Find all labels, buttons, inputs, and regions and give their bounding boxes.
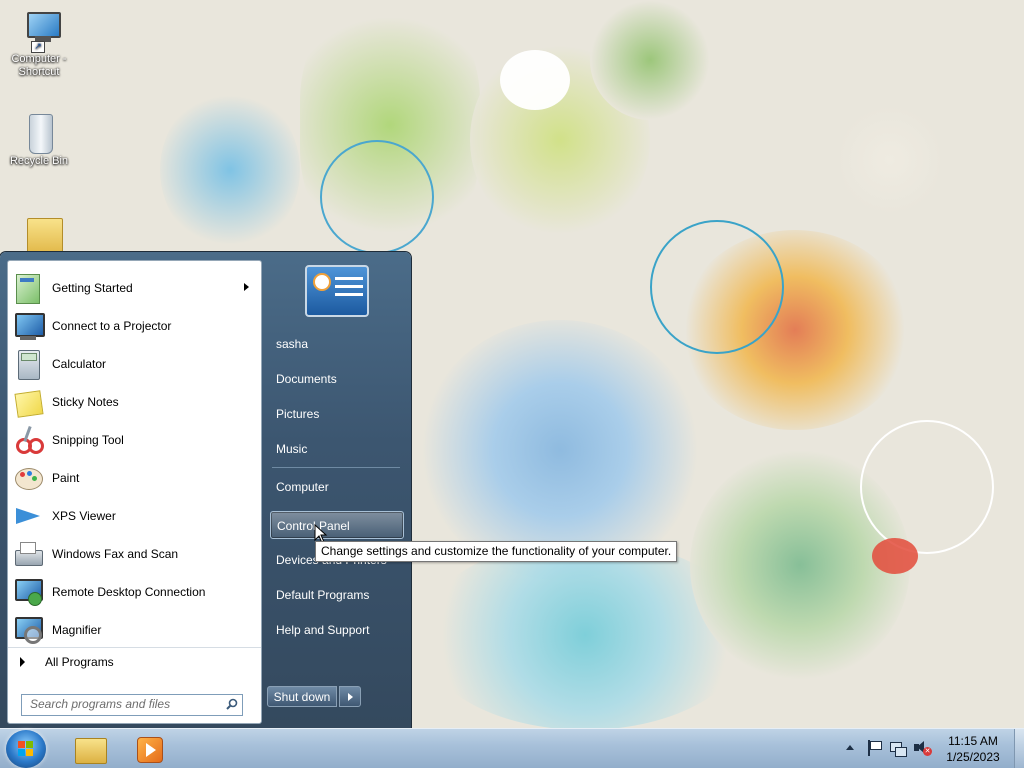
program-magnifier[interactable]: Magnifier	[8, 611, 261, 649]
all-programs-button[interactable]: All Programs	[8, 647, 261, 676]
paint-palette-icon	[12, 462, 44, 494]
recycle-bin-icon	[19, 112, 59, 154]
wallpaper-art	[872, 538, 918, 574]
wallpaper-art	[500, 50, 570, 110]
program-sticky-notes[interactable]: Sticky Notes	[8, 383, 261, 421]
program-snipping-tool[interactable]: Snipping Tool	[8, 421, 261, 459]
media-player-icon	[137, 737, 163, 763]
program-label: XPS Viewer	[52, 509, 116, 523]
wallpaper-art	[590, 0, 710, 120]
program-label: Snipping Tool	[52, 433, 124, 447]
taskbar-pinned-explorer[interactable]	[70, 732, 110, 766]
volume-muted-icon[interactable]: ✕	[914, 740, 932, 756]
program-label: Sticky Notes	[52, 395, 119, 409]
search-icon[interactable]	[226, 698, 238, 710]
program-getting-started[interactable]: Getting Started	[8, 269, 261, 307]
tray-clock[interactable]: 11:15 AM 1/25/2023	[935, 733, 1011, 765]
program-label: Paint	[52, 471, 80, 485]
shutdown-button[interactable]: Shut down	[267, 686, 337, 707]
magnifier-icon	[12, 614, 44, 646]
xps-viewer-icon	[12, 500, 44, 532]
search-box	[21, 694, 243, 716]
computer-icon: ↗	[19, 10, 61, 53]
wallpaper-art	[160, 90, 300, 250]
wallpaper-art	[860, 420, 994, 554]
scissors-icon	[12, 424, 44, 456]
right-item-control-panel[interactable]: Control Panel	[270, 511, 404, 539]
projector-icon	[12, 310, 45, 342]
program-connect-projector[interactable]: Connect to a Projector	[8, 307, 261, 345]
taskbar: ✕ 11:15 AM 1/25/2023	[0, 728, 1024, 768]
tooltip: Change settings and customize the functi…	[315, 541, 678, 562]
program-label: Magnifier	[52, 623, 102, 637]
separator	[272, 467, 400, 468]
user-picture[interactable]	[305, 265, 369, 317]
all-programs-arrow-icon	[20, 657, 25, 667]
right-item-documents[interactable]: Documents	[270, 365, 404, 393]
network-icon[interactable]	[890, 740, 907, 757]
wallpaper-art	[840, 100, 940, 220]
show-hidden-icons-button[interactable]	[845, 743, 855, 753]
sticky-notes-icon	[12, 386, 44, 418]
right-item-computer[interactable]: Computer	[270, 473, 404, 501]
program-label: Connect to a Projector	[52, 319, 172, 333]
getting-started-icon	[12, 272, 44, 304]
start-button[interactable]	[6, 730, 46, 768]
chevron-right-icon	[348, 693, 353, 701]
calculator-icon	[12, 348, 44, 380]
desktop-icon-folder[interactable]	[3, 214, 75, 257]
submenu-arrow-icon	[244, 283, 249, 291]
program-calculator[interactable]: Calculator	[8, 345, 261, 383]
windows-logo-icon	[18, 741, 34, 757]
show-desktop-button[interactable]	[1014, 729, 1024, 768]
program-fax-scan[interactable]: Windows Fax and Scan	[8, 535, 261, 573]
right-item-user[interactable]: sasha	[270, 330, 404, 358]
wallpaper-art	[650, 220, 784, 354]
all-programs-label: All Programs	[45, 655, 114, 669]
program-label: Windows Fax and Scan	[52, 547, 179, 561]
windows-explorer-icon	[75, 738, 107, 764]
desktop-icon-label: Computer - Shortcut	[11, 53, 67, 78]
control-panel-icon	[313, 273, 331, 291]
search-input[interactable]	[22, 695, 220, 713]
programs-pane: Getting Started Connect to a Projector C…	[7, 260, 262, 724]
shutdown-group: Shut down	[267, 686, 361, 707]
program-remote-desktop[interactable]: Remote Desktop Connection	[8, 573, 261, 611]
program-paint[interactable]: Paint	[8, 459, 261, 497]
right-item-default-programs[interactable]: Default Programs	[270, 581, 404, 609]
taskbar-pinned-media-player[interactable]	[128, 732, 168, 766]
desktop-icon-recycle-bin[interactable]: Recycle Bin	[3, 112, 75, 168]
remote-desktop-icon	[12, 576, 44, 608]
program-label: Getting Started	[52, 281, 133, 295]
program-label: Remote Desktop Connection	[52, 585, 206, 599]
right-item-music[interactable]: Music	[270, 435, 404, 463]
fax-icon	[12, 538, 44, 570]
wallpaper-art	[320, 140, 434, 254]
clock-time: 11:15 AM	[948, 734, 998, 748]
program-label: Calculator	[52, 357, 107, 371]
program-xps-viewer[interactable]: XPS Viewer	[8, 497, 261, 535]
right-item-help-support[interactable]: Help and Support	[270, 616, 404, 644]
desktop-icon-computer[interactable]: ↗ Computer - Shortcut	[3, 10, 75, 79]
action-center-icon[interactable]	[866, 740, 882, 756]
chevron-up-icon	[846, 745, 854, 750]
folder-icon	[19, 214, 63, 254]
desktop-icon-label: Recycle Bin	[9, 155, 69, 167]
right-item-pictures[interactable]: Pictures	[270, 400, 404, 428]
shutdown-options-button[interactable]	[339, 686, 361, 707]
clock-date: 1/25/2023	[946, 750, 1000, 764]
